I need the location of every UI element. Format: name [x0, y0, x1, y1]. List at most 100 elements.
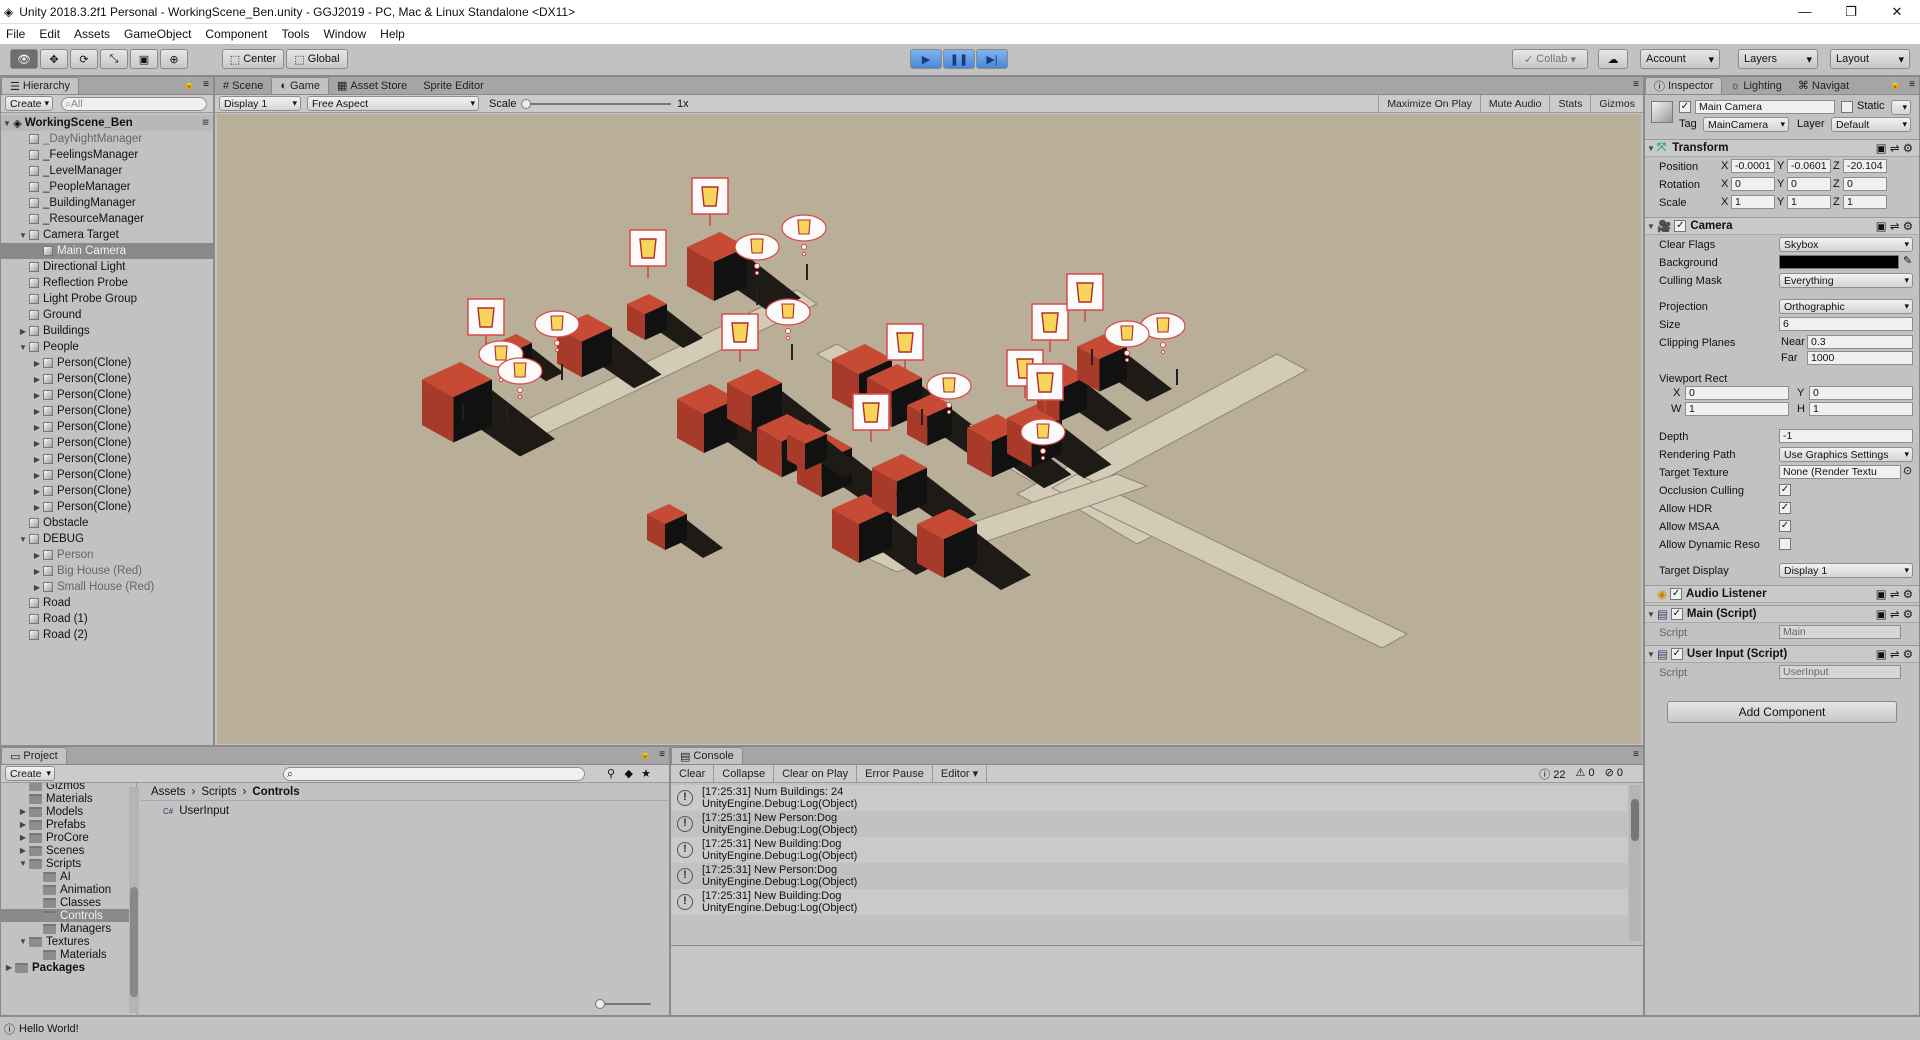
menu-assets[interactable]: Assets: [74, 27, 110, 41]
project-folder-item[interactable]: Classes: [1, 896, 136, 909]
projection-dropdown[interactable]: Orthographic: [1779, 299, 1913, 314]
rotation-x-field[interactable]: 0: [1731, 177, 1775, 191]
audio-listener-header[interactable]: ◉ ✓ Audio Listener ▣ ⇌ ⚙: [1645, 585, 1919, 603]
hierarchy-item[interactable]: ▼ People: [1, 339, 213, 355]
breadcrumb-controls[interactable]: Controls: [252, 786, 299, 798]
tab-sprite-editor[interactable]: Sprite Editor: [415, 77, 492, 94]
triangle-right-icon[interactable]: ▶: [31, 583, 43, 592]
menu-help[interactable]: Help: [380, 27, 405, 41]
step-button[interactable]: ▶|: [976, 49, 1008, 69]
mute-audio-toggle[interactable]: Mute Audio: [1479, 95, 1550, 112]
hierarchy-item[interactable]: Obstacle: [1, 515, 213, 531]
project-folder-item[interactable]: Managers: [1, 922, 136, 935]
aspect-dropdown[interactable]: Free Aspect: [307, 96, 479, 111]
triangle-down-icon[interactable]: ▼: [17, 231, 29, 240]
target-texture-field[interactable]: None (Render Textu: [1779, 465, 1901, 479]
size-field[interactable]: 6: [1779, 317, 1913, 331]
tab-game[interactable]: ◐ Game: [271, 77, 329, 94]
breadcrumb-assets[interactable]: Assets: [151, 786, 186, 798]
maximize-on-play-toggle[interactable]: Maximize On Play: [1378, 95, 1480, 112]
near-field[interactable]: 0.3: [1807, 335, 1913, 349]
triangle-right-icon[interactable]: ▶: [31, 503, 43, 512]
menu-edit[interactable]: Edit: [39, 27, 60, 41]
static-checkbox[interactable]: [1841, 101, 1853, 113]
triangle-down-icon[interactable]: ▼: [17, 535, 29, 544]
hierarchy-item[interactable]: ▶ Person(Clone): [1, 403, 213, 419]
triangle-right-icon[interactable]: ▶: [31, 375, 43, 384]
rotation-z-field[interactable]: 0: [1843, 177, 1887, 191]
collab-button[interactable]: ✓ Collab ▾: [1512, 49, 1588, 69]
account-dropdown[interactable]: Account ▾: [1640, 49, 1720, 69]
tag-dropdown[interactable]: MainCamera: [1703, 117, 1789, 132]
project-tree-scroll-thumb[interactable]: [130, 887, 138, 997]
pivot-center-button[interactable]: ⬚ Center: [222, 49, 284, 69]
hand-tool-button[interactable]: 👁: [10, 49, 38, 69]
main-script-header[interactable]: ▼ ▤ ✓ Main (Script) ▣ ⇌ ⚙: [1645, 605, 1919, 623]
triangle-right-icon[interactable]: ▶: [31, 359, 43, 368]
gizmos-toggle[interactable]: Gizmos: [1590, 95, 1643, 112]
triangle-right-icon[interactable]: ▶: [31, 455, 43, 464]
breadcrumb-scripts[interactable]: Scripts: [201, 786, 236, 798]
rendering-path-dropdown[interactable]: Use Graphics Settings: [1779, 447, 1913, 462]
triangle-right-icon[interactable]: ▶: [17, 820, 29, 829]
log-count-toggle[interactable]: ⓘ 22: [1539, 766, 1565, 782]
add-component-button[interactable]: Add Component: [1667, 701, 1897, 723]
console-detail-area[interactable]: [671, 945, 1643, 1015]
panel-menu-icon[interactable]: ≡: [1633, 749, 1639, 760]
tab-lighting[interactable]: ☼ Lighting: [1722, 77, 1790, 94]
camera-enabled-checkbox[interactable]: ✓: [1674, 220, 1687, 232]
project-folder-item[interactable]: ▼ Textures: [1, 935, 136, 948]
display-dropdown[interactable]: Display 1: [219, 96, 301, 111]
tab-inspector[interactable]: ⓘ Inspector: [1645, 77, 1723, 94]
menu-tools[interactable]: Tools: [281, 27, 309, 41]
icon-size-slider[interactable]: [595, 999, 651, 1009]
project-folder-item[interactable]: Animation: [1, 883, 136, 896]
tab-navigation[interactable]: ⌘ Navigat: [1790, 77, 1857, 94]
project-folder-item[interactable]: AI: [1, 870, 136, 883]
icon-size-thumb[interactable]: [595, 999, 605, 1009]
console-scrollbar[interactable]: [1629, 785, 1641, 941]
project-folder-item[interactable]: ▶ Models: [1, 805, 136, 818]
scale-slider-thumb[interactable]: [521, 99, 531, 109]
console-log-entry[interactable]: ! [17:25:31] New Person:Dog UnityEngine.De…: [671, 863, 1627, 889]
hierarchy-search-input[interactable]: ⌕ All: [61, 97, 207, 111]
active-checkbox[interactable]: ✓: [1679, 101, 1691, 113]
move-tool-button[interactable]: ✥: [40, 49, 68, 69]
tab-hierarchy[interactable]: ☰ Hierarchy: [1, 77, 79, 94]
viewport-x-field[interactable]: 0: [1685, 386, 1789, 400]
project-folder-item[interactable]: Materials: [1, 948, 136, 961]
hierarchy-item[interactable]: ▼ Camera Target: [1, 227, 213, 243]
object-picker-icon[interactable]: ⊙: [1903, 464, 1912, 477]
viewport-h-field[interactable]: 1: [1809, 402, 1913, 416]
triangle-right-icon[interactable]: ▶: [17, 833, 29, 842]
triangle-down-icon[interactable]: ▼: [17, 859, 29, 868]
background-color-field[interactable]: [1779, 255, 1899, 269]
project-folder-item[interactable]: Controls: [1, 909, 136, 922]
hierarchy-item[interactable]: _PeopleManager: [1, 179, 213, 195]
hierarchy-item[interactable]: Road (2): [1, 627, 213, 643]
hierarchy-item[interactable]: ▶ Big House (Red): [1, 563, 213, 579]
viewport-w-field[interactable]: 1: [1685, 402, 1789, 416]
hierarchy-item[interactable]: _BuildingManager: [1, 195, 213, 211]
pivot-global-button[interactable]: ⬚ Global: [286, 49, 348, 69]
project-search-input[interactable]: ⌕: [283, 767, 585, 781]
hierarchy-item[interactable]: ▶ Person(Clone): [1, 451, 213, 467]
eyedropper-icon[interactable]: ✎: [1903, 254, 1912, 267]
hierarchy-item[interactable]: Light Probe Group: [1, 291, 213, 307]
triangle-down-icon[interactable]: ▼: [17, 343, 29, 352]
console-scroll-thumb[interactable]: [1631, 799, 1639, 841]
static-dropdown[interactable]: [1891, 100, 1911, 115]
panel-menu-icon[interactable]: ≡: [1633, 79, 1639, 90]
scale-z-field[interactable]: 1: [1843, 195, 1887, 209]
tab-console[interactable]: ▤ Console: [671, 747, 743, 764]
occlusion-culling-checkbox[interactable]: ✓: [1779, 484, 1791, 496]
component-menu-icon[interactable]: ▣ ⇌ ⚙: [1876, 607, 1913, 621]
camera-header[interactable]: ▼ 🎥 ✓ Camera ▣ ⇌ ⚙: [1645, 217, 1919, 235]
triangle-right-icon[interactable]: ▶: [31, 551, 43, 560]
minimize-button[interactable]: —: [1782, 4, 1828, 20]
triangle-right-icon[interactable]: ▶: [17, 327, 29, 336]
component-menu-icon[interactable]: ▣ ⇌ ⚙: [1876, 647, 1913, 661]
component-menu-icon[interactable]: ▣ ⇌ ⚙: [1876, 587, 1913, 601]
object-name-field[interactable]: Main Camera: [1695, 100, 1835, 114]
console-error-pause-toggle[interactable]: Error Pause: [857, 765, 933, 782]
